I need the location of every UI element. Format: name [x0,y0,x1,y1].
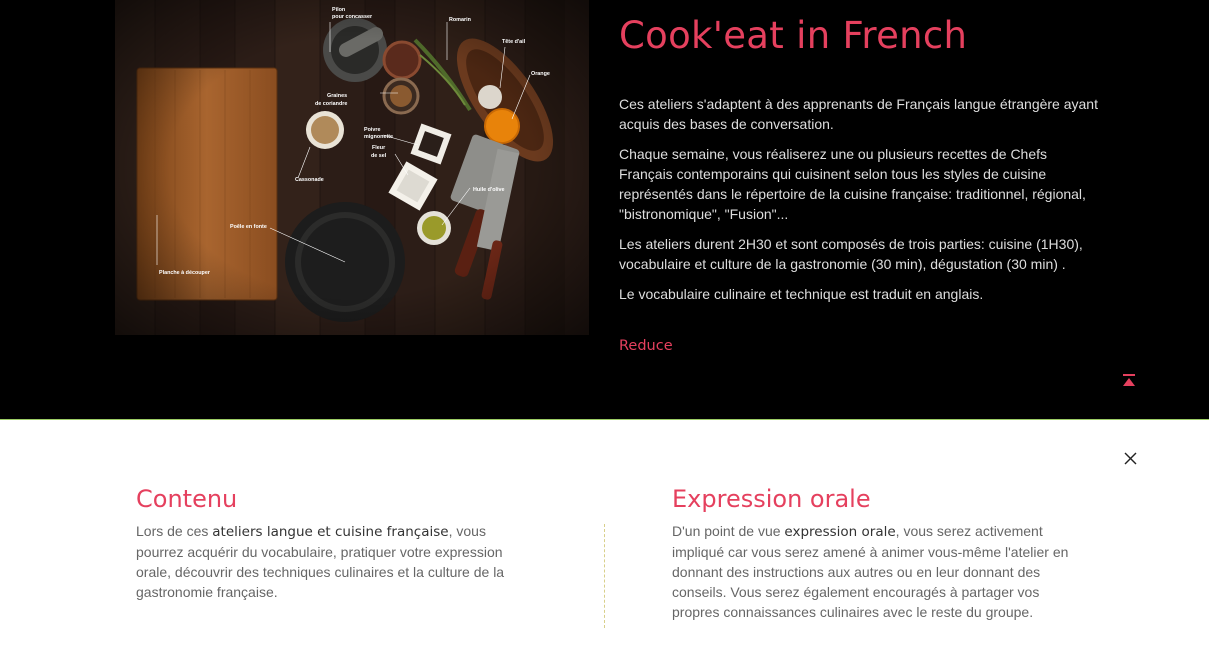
label-fleur: Fleur [372,145,386,151]
label-cassonade: Cassonade [295,177,324,183]
expression-title: Expression orale [672,485,871,513]
reduce-link[interactable]: Reduce [619,338,673,354]
description-paragraph: Le vocabulaire culinaire et technique es… [619,286,984,302]
expression-column: Expression orale D'un point de vue expre… [672,485,1082,622]
chevron-up-to-top-icon[interactable] [1121,372,1137,388]
description-paragraph: Les ateliers durent 2H30 et sont composé… [619,236,1083,272]
workshop-description: Ces ateliers s'adaptent à des apprenants… [619,94,1099,314]
contenu-text: Lors de ces ateliers langue et cuisine f… [136,521,536,602]
label-orange: Orange [531,71,550,77]
label-fleur-sub: de sel [371,153,387,159]
contenu-text-start: Lors de ces [136,523,213,539]
label-romarin: Romarin [449,17,471,23]
label-poivre: Poivre [364,127,380,133]
label-planche: Planche à découper [159,270,211,276]
label-graines-sub: de coriandre [315,101,347,107]
column-divider [604,524,605,628]
label-huile: Huile d'olive [473,187,505,193]
workshop-title: Cook'eat in French [619,14,968,57]
label-pilon-sub: pour concasser [332,14,373,20]
contenu-column: Contenu Lors de ces ateliers langue et c… [136,485,536,602]
contenu-title: Contenu [136,485,238,513]
label-graines: Graines [327,93,347,99]
contenu-highlight: ateliers langue et cuisine française [212,524,449,540]
description-paragraph: Ces ateliers s'adaptent à des apprenants… [619,96,1098,132]
label-tete-ail: Tête d'ail [502,39,526,45]
workshop-section: Pilon pour concasser Romarin Tête d'ail … [0,0,1209,419]
section-divider [0,419,1209,420]
close-icon[interactable] [1120,448,1141,469]
description-paragraph: Chaque semaine, vous réaliserez une ou p… [619,146,1086,222]
kitchen-ingredients-photo: Pilon pour concasser Romarin Tête d'ail … [115,0,589,335]
label-pilon: Pilon [332,7,345,13]
expression-text: D'un point de vue expression orale, vous… [672,521,1082,622]
label-poivre-sub: mignonette [364,134,393,140]
expression-text-start: D'un point de vue [672,523,785,539]
expression-highlight: expression orale [784,524,896,540]
label-poele: Poêle en fonte [230,224,267,230]
